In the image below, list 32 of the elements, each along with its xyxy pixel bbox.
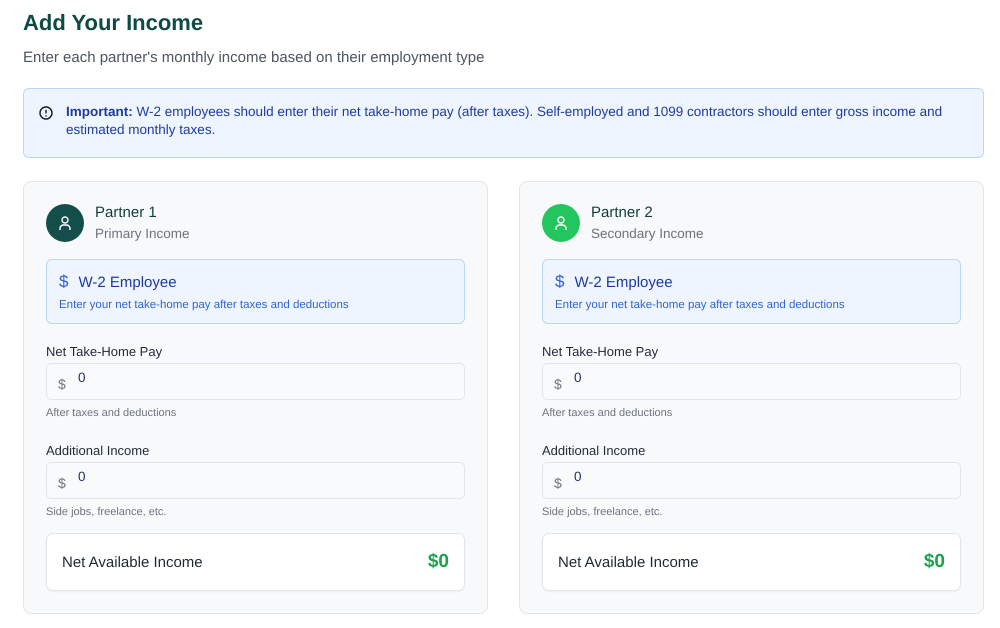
summary-label: Net Available Income	[62, 554, 203, 570]
employment-type-title: W-2 Employee	[574, 274, 673, 290]
field-label: Additional Income	[46, 443, 150, 458]
summary-label: Net Available Income	[558, 554, 699, 570]
notice-text: Important: W-2 employees should enter their net take-home pay (after taxes). Self-employed and 1099 contractors should enter gross income and estimated monthly taxes.	[66, 103, 944, 139]
info-icon	[39, 106, 53, 120]
page-subtitle: Enter each partner's monthly income based on their employment type	[23, 49, 484, 66]
page-title: Add Your Income	[23, 10, 204, 36]
field-hint: Side jobs, freelance, etc.	[46, 506, 166, 518]
field-label: Additional Income	[542, 443, 646, 458]
currency-symbol: $	[554, 376, 562, 392]
employment-type-title: W-2 Employee	[78, 274, 177, 290]
field-hint: Side jobs, freelance, etc.	[542, 506, 662, 518]
person-icon	[57, 215, 73, 231]
field-label: Net Take-Home Pay	[542, 344, 658, 359]
summary-value: $0	[924, 551, 945, 573]
partner-role: Secondary Income	[591, 226, 704, 240]
employment-type-description: Enter your net take-home pay after taxes and deductions	[59, 299, 350, 311]
field-hint: After taxes and deductions	[542, 407, 672, 419]
employment-type-description: Enter your net take-home pay after taxes and deductions	[555, 299, 846, 311]
partner-name: Partner 1	[95, 204, 158, 220]
field-hint: After taxes and deductions	[46, 407, 176, 419]
partner-name: Partner 2	[591, 204, 654, 220]
currency-symbol: $	[554, 475, 562, 491]
field-label: Net Take-Home Pay	[46, 344, 162, 359]
dollar-icon: $	[59, 272, 68, 292]
summary-value: $0	[428, 551, 449, 573]
currency-symbol: $	[58, 475, 66, 491]
partner-role: Primary Income	[95, 226, 190, 240]
dollar-icon: $	[555, 272, 564, 292]
currency-symbol: $	[58, 376, 66, 392]
person-icon	[553, 215, 569, 231]
